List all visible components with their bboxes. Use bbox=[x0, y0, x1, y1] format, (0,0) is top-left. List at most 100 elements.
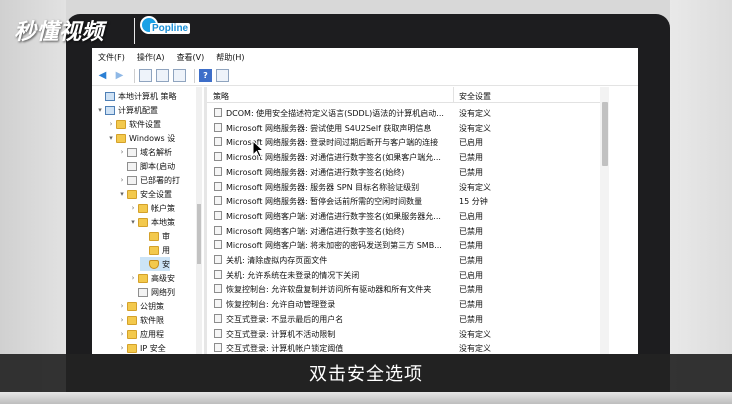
brand-name: Popline bbox=[150, 23, 191, 34]
policy-icon bbox=[214, 240, 222, 250]
show-tree-icon[interactable] bbox=[156, 69, 169, 82]
policy-name: Microsoft 网络服务器: 服务器 SPN 目标名称验证级别 bbox=[226, 182, 420, 192]
tree-item[interactable]: 本地计算机 策略 bbox=[96, 89, 177, 103]
policy-row[interactable]: Microsoft 网络服务器: 对通信进行数字签名(始终) 已禁用 bbox=[207, 164, 607, 179]
tree-scrollbar-thumb[interactable] bbox=[197, 204, 201, 264]
policy-row[interactable]: 交互式登录: 计算机不活动限制 没有定义 bbox=[207, 326, 607, 341]
tree-item[interactable]: › 帐户策 bbox=[129, 201, 175, 215]
policy-row[interactable]: Microsoft 网络服务器: 对通信进行数字签名(如果客户端允... 已禁用 bbox=[207, 149, 607, 164]
up-folder-icon[interactable] bbox=[139, 69, 152, 82]
list-header: 策略 安全设置 bbox=[207, 87, 638, 103]
expand-chevron-icon[interactable]: › bbox=[118, 302, 126, 310]
column-header-policy[interactable]: 策略 bbox=[213, 91, 229, 102]
tree-item[interactable]: ▾ 本地策 bbox=[129, 215, 175, 229]
tree-item[interactable]: 审 bbox=[140, 229, 170, 243]
policy-setting: 已禁用 bbox=[459, 256, 483, 265]
policy-row[interactable]: 恢复控制台: 允许软盘复制并访问所有驱动器和所有文件夹 已禁用 bbox=[207, 281, 607, 296]
menu-action[interactable]: 操作(A) bbox=[137, 52, 165, 63]
tree-item[interactable]: › 高级安 bbox=[129, 271, 175, 285]
background-left bbox=[0, 0, 66, 404]
screen-margin bbox=[609, 87, 638, 354]
policy-setting: 没有定义 bbox=[459, 109, 491, 118]
policy-setting: 已启用 bbox=[459, 138, 483, 148]
mouse-cursor-icon bbox=[252, 140, 265, 158]
policy-name: 恢复控制台: 允许软盘复制并访问所有驱动器和所有文件夹 bbox=[226, 285, 432, 295]
column-divider[interactable] bbox=[453, 87, 454, 103]
tree-item[interactable]: › 软件设置 bbox=[107, 117, 161, 131]
policy-name: Microsoft 网络服务器: 暂停会话前所需的空闲时间数量 bbox=[226, 197, 423, 207]
policy-icon bbox=[214, 299, 222, 309]
policy-row[interactable]: Microsoft 网络服务器: 登录时间过期后断开与客户端的连接 已启用 bbox=[207, 134, 607, 149]
tree-item[interactable]: 脚本(启动 bbox=[118, 159, 175, 173]
menu-view[interactable]: 查看(V) bbox=[177, 52, 205, 63]
tree-item[interactable]: › 已部署的打 bbox=[118, 173, 180, 187]
watermark-brand: Popline bbox=[140, 16, 192, 44]
tree-item[interactable]: ▾ Windows 设 bbox=[107, 131, 175, 145]
tree-item-label: 软件设置 bbox=[129, 119, 161, 129]
watermark-logo: 秒懂视频 bbox=[14, 20, 105, 45]
expand-chevron-icon[interactable]: ▾ bbox=[107, 134, 115, 142]
policy-row[interactable]: Microsoft 网络客户端: 对通信进行数字签名(始终) 已禁用 bbox=[207, 223, 607, 238]
tree-item[interactable]: › 软件限 bbox=[118, 313, 164, 327]
expand-chevron-icon[interactable]: › bbox=[118, 176, 126, 184]
menu-file[interactable]: 文件(F) bbox=[98, 52, 125, 63]
expand-chevron-icon[interactable]: › bbox=[118, 316, 126, 324]
policy-row[interactable]: 交互式登录: 不显示最后的用户名 已禁用 bbox=[207, 311, 607, 326]
tree-item-label: 帐户策 bbox=[151, 203, 175, 213]
policy-row[interactable]: Microsoft 网络服务器: 尝试使用 S4U2Self 获取声明信息 没有定… bbox=[207, 120, 607, 135]
policy-row[interactable]: 关机: 允许系统在未登录的情况下关闭 已启用 bbox=[207, 267, 607, 282]
policy-setting: 已禁用 bbox=[459, 285, 483, 295]
tree-item[interactable]: 安 bbox=[140, 257, 170, 271]
folder-icon bbox=[127, 189, 137, 199]
policy-icon bbox=[214, 313, 222, 323]
expand-chevron-icon[interactable]: ▾ bbox=[118, 190, 126, 198]
tree-item[interactable]: › IP 安全 bbox=[118, 341, 166, 354]
tree-item-label: 高级安 bbox=[151, 273, 175, 283]
watermark-divider bbox=[134, 18, 135, 44]
policy-icon bbox=[214, 137, 222, 147]
policy-row[interactable]: Microsoft 网络服务器: 暂停会话前所需的空闲时间数量 15 分钟 bbox=[207, 193, 607, 208]
expand-chevron-icon[interactable]: › bbox=[118, 148, 126, 156]
menu-help[interactable]: 帮助(H) bbox=[216, 52, 244, 63]
policy-row[interactable]: 交互式登录: 计算机帐户锁定阈值 没有定义 bbox=[207, 340, 607, 354]
column-header-setting[interactable]: 安全设置 bbox=[459, 91, 491, 102]
policy-setting: 15 分钟 bbox=[459, 197, 488, 207]
policy-row[interactable]: 恢复控制台: 允许自动管理登录 已禁用 bbox=[207, 296, 607, 311]
policy-setting: 已禁用 bbox=[459, 226, 483, 236]
policy-row[interactable]: Microsoft 网络服务器: 服务器 SPN 目标名称验证级别 没有定义 bbox=[207, 179, 607, 194]
expand-chevron-icon[interactable]: › bbox=[118, 344, 126, 352]
help-icon[interactable]: ? bbox=[199, 69, 212, 82]
expand-chevron-icon[interactable]: › bbox=[118, 330, 126, 338]
tree-item[interactable]: ▾ 安全设置 bbox=[118, 187, 172, 201]
tree-item[interactable]: 用 bbox=[140, 243, 170, 257]
folder-icon bbox=[138, 217, 148, 227]
tree-item[interactable]: › 公钥策 bbox=[118, 299, 164, 313]
expand-chevron-icon[interactable]: ▾ bbox=[96, 106, 104, 114]
export-list-icon[interactable] bbox=[173, 69, 186, 82]
list-scrollbar-thumb[interactable] bbox=[602, 102, 608, 166]
policy-row[interactable]: Microsoft 网络客户端: 对通信进行数字签名(如果服务器允... 已启用 bbox=[207, 208, 607, 223]
expand-chevron-icon[interactable]: › bbox=[129, 204, 137, 212]
properties-icon[interactable] bbox=[216, 69, 229, 82]
expand-chevron-icon[interactable]: › bbox=[107, 120, 115, 128]
policy-name: Microsoft 网络客户端: 将未加密的密码发送到第三方 SMB... bbox=[226, 241, 442, 251]
expand-chevron-icon[interactable]: ▾ bbox=[129, 218, 137, 226]
policy-name: 交互式登录: 计算机帐户锁定阈值 bbox=[226, 344, 344, 354]
forward-arrow-icon[interactable]: ▶ bbox=[113, 69, 126, 82]
tree-item[interactable]: 网络列 bbox=[129, 285, 175, 299]
tree-item[interactable]: › 应用程 bbox=[118, 327, 164, 341]
folder-icon bbox=[138, 203, 148, 213]
tree-item[interactable]: › 域名解析 bbox=[118, 145, 172, 159]
policy-row[interactable]: Microsoft 网络客户端: 将未加密的密码发送到第三方 SMB... 已禁用 bbox=[207, 237, 607, 252]
folder-icon bbox=[116, 119, 126, 129]
tree-item[interactable]: ▾ 计算机配置 bbox=[96, 103, 158, 117]
policy-icon bbox=[214, 269, 222, 279]
policy-name: Microsoft 网络客户端: 对通信进行数字签名(如果服务器允... bbox=[226, 211, 441, 221]
tree-item-label: 本地策 bbox=[151, 217, 175, 227]
policy-row[interactable]: DCOM: 使用安全描述符定义语言(SDDL)语法的计算机启动... 没有定义 bbox=[207, 105, 607, 120]
expand-chevron-icon[interactable]: › bbox=[129, 274, 137, 282]
policy-row[interactable]: 关机: 清除虚拟内存页面文件 已禁用 bbox=[207, 252, 607, 267]
policy-name: 恢复控制台: 允许自动管理登录 bbox=[226, 300, 336, 310]
policy-icon bbox=[214, 152, 222, 162]
back-arrow-icon[interactable]: ◀ bbox=[96, 69, 109, 82]
